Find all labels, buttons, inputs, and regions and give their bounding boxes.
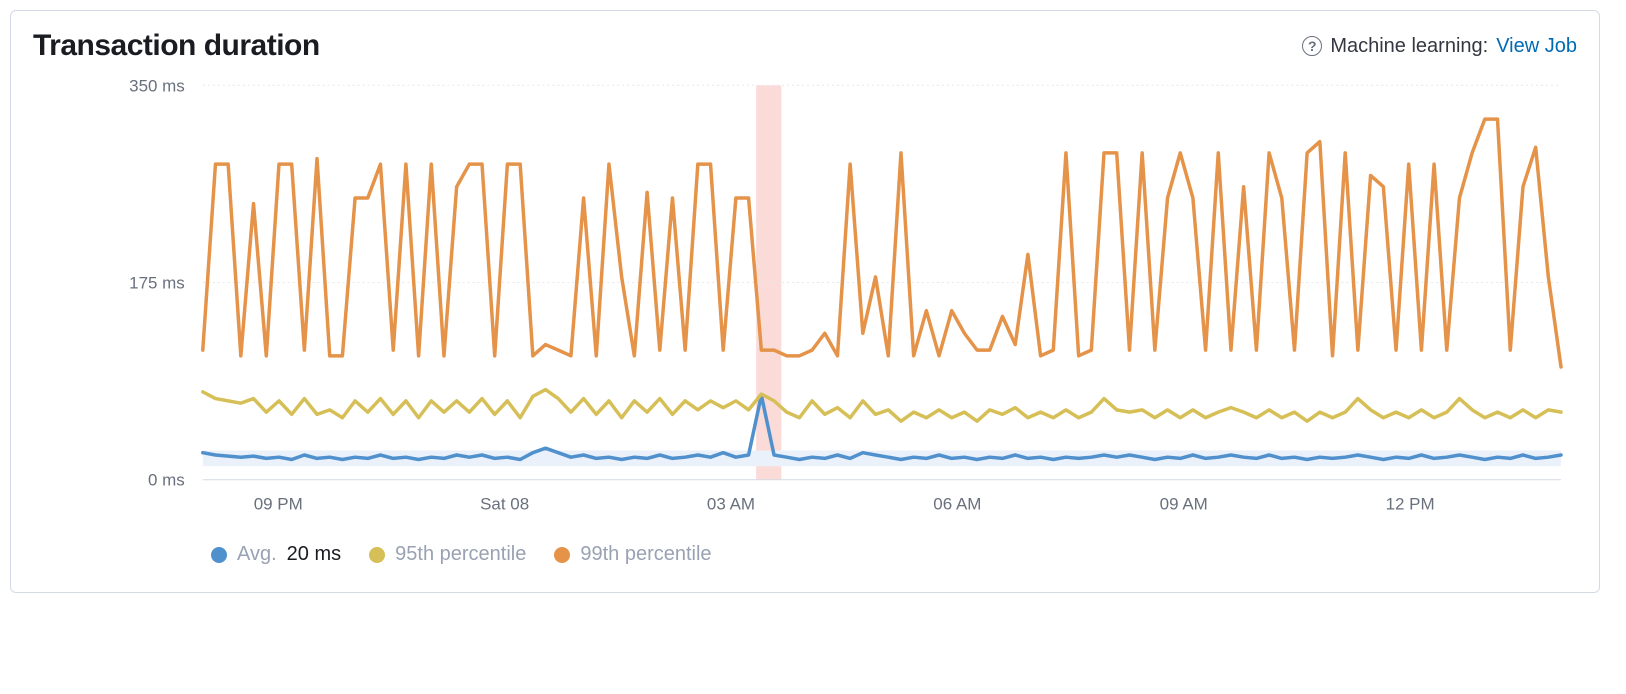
duration-line-chart[interactable]: 0 ms 175 ms 350 ms 09 PM Sat 08 03 AM 06 AM 09 … — [33, 75, 1577, 525]
y-tick-label: 0 ms — [148, 471, 185, 490]
legend-label-p99: 99th percentile — [580, 543, 711, 566]
series-avg-[interactable] — [203, 395, 1561, 459]
x-tick-label: 06 AM — [933, 495, 981, 514]
x-tick-label: 09 AM — [1160, 495, 1208, 514]
legend-dot-p95 — [369, 547, 385, 563]
chart-area[interactable]: 0 ms 175 ms 350 ms 09 PM Sat 08 03 AM 06 AM 09 … — [11, 63, 1599, 533]
help-icon[interactable]: ? — [1302, 36, 1322, 56]
legend-label-p95: 95th percentile — [395, 543, 526, 566]
legend-item-p95[interactable]: 95th percentile — [369, 543, 526, 566]
legend-dot-avg — [211, 547, 227, 563]
machine-learning-group: ? Machine learning: View Job — [1302, 35, 1577, 58]
machine-learning-label: Machine learning: — [1330, 35, 1488, 58]
x-tick-label: 03 AM — [707, 495, 755, 514]
y-tick-label: 350 ms — [129, 76, 185, 95]
series-99th-percentile[interactable] — [203, 119, 1561, 367]
panel-title: Transaction duration — [33, 29, 320, 63]
legend-dot-p99 — [554, 547, 570, 563]
series-95th-percentile[interactable] — [203, 390, 1561, 422]
legend-item-avg[interactable]: Avg. 20 ms — [211, 543, 341, 566]
panel-header: Transaction duration ? Machine learning:… — [11, 11, 1599, 63]
x-tick-label: Sat 08 — [480, 495, 529, 514]
x-tick-label: 12 PM — [1386, 495, 1435, 514]
view-job-link[interactable]: View Job — [1496, 35, 1577, 58]
legend-value-avg: 20 ms — [287, 543, 341, 566]
legend-item-p99[interactable]: 99th percentile — [554, 543, 711, 566]
transaction-duration-panel: Transaction duration ? Machine learning:… — [10, 10, 1600, 593]
legend-label-avg: Avg. — [237, 543, 277, 566]
y-tick-label: 175 ms — [129, 274, 185, 293]
chart-legend: Avg. 20 ms 95th percentile 99th percenti… — [11, 533, 1599, 592]
x-tick-label: 09 PM — [254, 495, 303, 514]
